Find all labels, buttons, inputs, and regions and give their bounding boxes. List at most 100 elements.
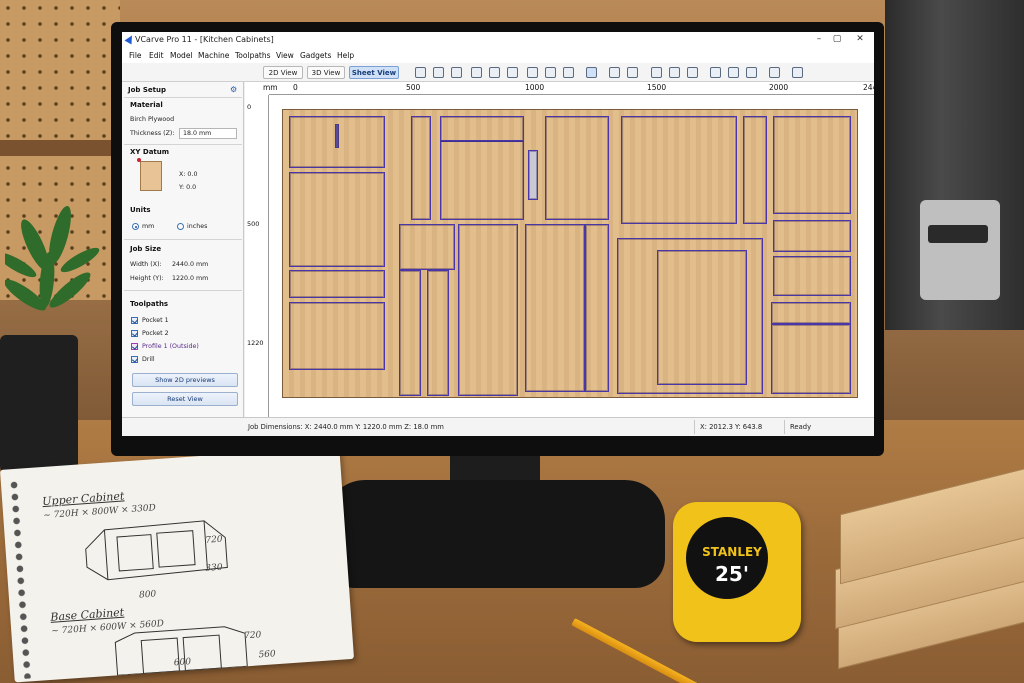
minimize-icon[interactable]: –	[812, 34, 826, 44]
grid-icon[interactable]	[651, 67, 662, 78]
ruler-left-tick: 1220	[247, 339, 264, 347]
height-value: 1220.0 mm	[172, 275, 209, 282]
nested-part[interactable]	[440, 140, 524, 220]
nested-part[interactable]	[771, 324, 851, 394]
zoom-in-icon[interactable]	[451, 67, 462, 78]
ruler-top-tick: 2000	[769, 83, 789, 92]
nested-part[interactable]	[743, 116, 767, 224]
maximize-icon[interactable]: ▢	[830, 34, 844, 44]
sheet-layout-icon[interactable]	[586, 67, 597, 78]
measure-icon[interactable]	[545, 67, 556, 78]
unit-inches-radio[interactable]	[177, 223, 184, 230]
ruler-unit: mm	[263, 83, 278, 92]
tape-measure: STANLEY 25'	[673, 502, 801, 642]
view-top-icon[interactable]	[471, 67, 482, 78]
plywood-sheet[interactable]	[282, 109, 858, 398]
units-heading: Units	[130, 206, 151, 214]
nested-part[interactable]	[773, 256, 851, 296]
import-icon[interactable]	[710, 67, 721, 78]
nested-part[interactable]	[773, 116, 851, 214]
tab-2d-view[interactable]: 2D View	[263, 66, 303, 79]
toolpath-checkbox-profile-1[interactable]	[131, 343, 138, 350]
toolpath-checkbox-pocket-1[interactable]	[131, 317, 138, 324]
nested-part[interactable]	[289, 172, 385, 267]
bitmap-icon[interactable]	[728, 67, 739, 78]
tape-size: 25'	[715, 562, 749, 586]
settings-gear-icon[interactable]: ⚙	[230, 85, 237, 94]
reset-view-button[interactable]: Reset View	[132, 392, 238, 406]
height-label: Height (Y):	[130, 275, 164, 282]
image-icon[interactable]	[609, 67, 620, 78]
width-value: 2440.0 mm	[172, 261, 209, 268]
menu-view[interactable]: View	[276, 51, 294, 60]
ruler-top-tick: 500	[406, 83, 421, 92]
toolpath-checkbox-drill[interactable]	[131, 356, 138, 363]
toolbar: 2D View 3D View Sheet View	[122, 63, 874, 82]
nested-part[interactable]	[621, 116, 737, 224]
target-icon[interactable]	[563, 67, 574, 78]
show-2d-previews-button[interactable]: Show 2D previews	[132, 373, 238, 387]
status-separator	[694, 420, 695, 434]
ruler-top: mm 0 500 1000 1500 2000 2440	[263, 82, 874, 95]
upper-cabinet-sketch	[85, 520, 228, 581]
toolpath-list-icon[interactable]	[769, 67, 780, 78]
save-toolpath-icon[interactable]	[792, 67, 803, 78]
nested-part[interactable]	[545, 116, 609, 220]
nested-part[interactable]	[585, 224, 609, 392]
nested-part[interactable]	[289, 270, 385, 298]
nested-part[interactable]	[399, 270, 421, 396]
ruler-left-tick: 0	[247, 103, 252, 111]
nest-icon[interactable]	[687, 67, 698, 78]
nested-part[interactable]	[458, 224, 518, 396]
nested-part[interactable]	[427, 270, 449, 396]
wall-shelf	[0, 140, 115, 156]
menu-toolpaths[interactable]: Toolpaths	[235, 51, 271, 60]
divider	[124, 290, 242, 291]
base-cabinet-height: 720	[243, 630, 262, 642]
menu-gadgets[interactable]: Gadgets	[300, 51, 331, 60]
unit-mm-radio[interactable]	[132, 223, 139, 230]
menu-help[interactable]: Help	[337, 51, 354, 60]
status-cursor-position: X: 2012.3 Y: 643.8	[700, 423, 763, 431]
export-icon[interactable]	[746, 67, 757, 78]
divider	[124, 239, 242, 240]
sketch-notebook: Upper Cabinet ~ 720H × 800W × 330D 720 3…	[0, 446, 355, 683]
window-title: VCarve Pro 11 - [Kitchen Cabinets]	[135, 35, 274, 44]
upper-cabinet-height: 720	[205, 534, 223, 546]
layers-icon[interactable]	[669, 67, 680, 78]
thickness-input[interactable]: 18.0 mm	[179, 128, 237, 139]
nested-part[interactable]	[657, 250, 747, 385]
toolpath-checkbox-pocket-2[interactable]	[131, 330, 138, 337]
desk-scene: Upper Cabinet ~ 720H × 800W × 330D 720 3…	[0, 0, 1024, 683]
part-hardware-strip	[528, 150, 538, 200]
nested-part[interactable]	[399, 224, 455, 270]
datum-corner-marker[interactable]	[137, 158, 141, 162]
select-tool-icon[interactable]	[507, 67, 518, 78]
image-edit-icon[interactable]	[627, 67, 638, 78]
xy-datum-picker[interactable]	[140, 161, 162, 191]
plant-pot	[0, 335, 78, 480]
nested-part[interactable]	[525, 224, 585, 392]
upper-cabinet-width: 800	[138, 589, 157, 601]
ruler-top-tick: 0	[293, 83, 298, 92]
nested-part[interactable]	[773, 220, 851, 252]
pan-hand-icon[interactable]	[489, 67, 500, 78]
nested-part[interactable]	[411, 116, 431, 220]
toolpath-label-drill: Drill	[142, 356, 155, 363]
zoom-selection-icon[interactable]	[433, 67, 444, 78]
nested-part[interactable]	[289, 302, 385, 370]
menu-edit[interactable]: Edit	[149, 51, 164, 60]
menu-file[interactable]: File	[129, 51, 142, 60]
menu-model[interactable]: Model	[170, 51, 193, 60]
close-icon[interactable]: ✕	[853, 34, 867, 44]
tab-3d-view[interactable]: 3D View	[307, 66, 345, 79]
nested-part[interactable]	[440, 116, 524, 142]
nested-part[interactable]	[771, 302, 851, 324]
cnc-spindle	[920, 200, 1000, 300]
menu-machine[interactable]: Machine	[198, 51, 229, 60]
zoom-extents-icon[interactable]	[415, 67, 426, 78]
tape-measure-face: STANLEY 25'	[681, 512, 773, 604]
node-edit-icon[interactable]	[527, 67, 538, 78]
tab-sheet-view[interactable]: Sheet View	[349, 66, 399, 79]
base-cabinet-title: Base Cabinet	[49, 605, 125, 624]
